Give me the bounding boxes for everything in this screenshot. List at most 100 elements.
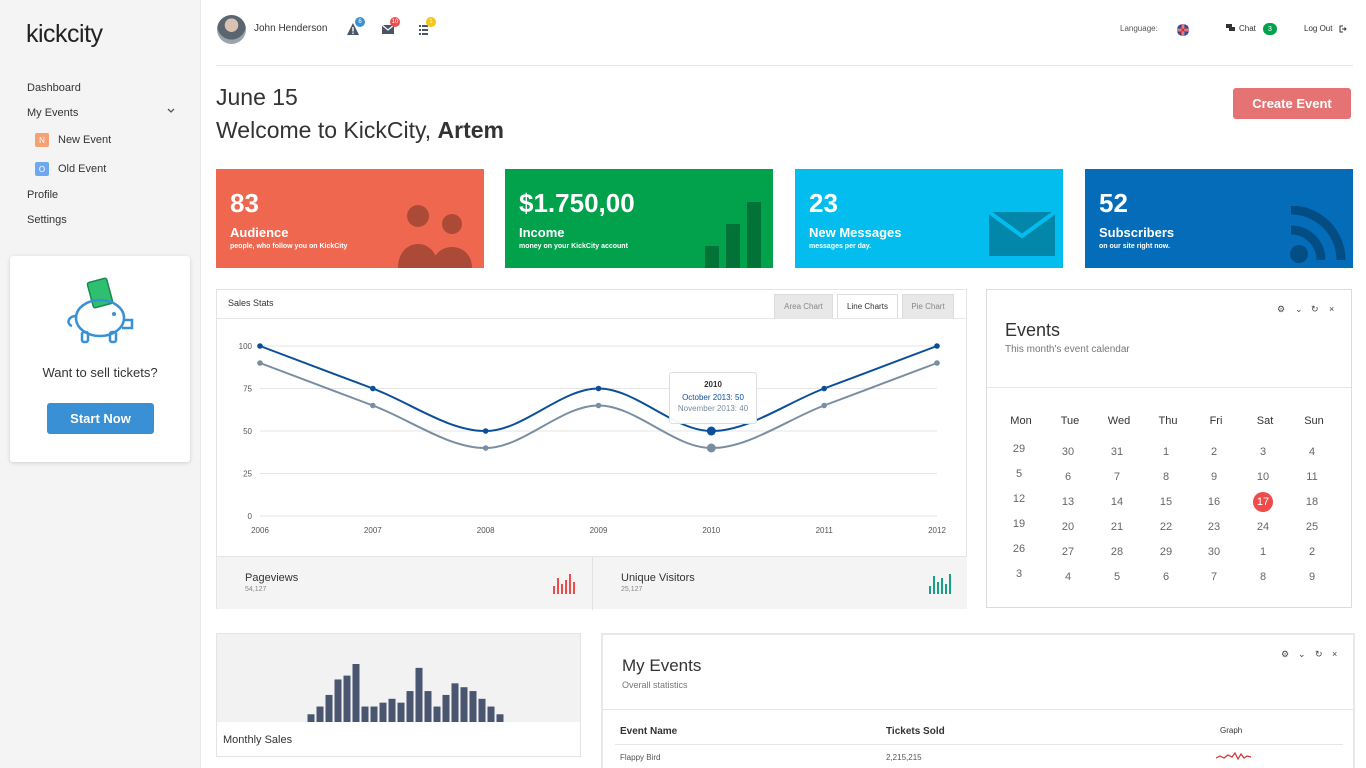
calendar-day[interactable]: 10: [1249, 471, 1277, 483]
calendar-day[interactable]: 14: [1103, 496, 1131, 508]
sidebar-item-profile[interactable]: Profile: [27, 189, 58, 201]
calendar-day[interactable]: 8: [1249, 571, 1277, 583]
calendar-day[interactable]: 7: [1200, 571, 1228, 583]
calendar-day[interactable]: 13: [1054, 496, 1082, 508]
sidebar: kickcity Dashboard My Events N New Event…: [0, 0, 201, 768]
x-tick-label: 2009: [590, 526, 608, 535]
user-name[interactable]: John Henderson: [254, 23, 327, 34]
calendar-day[interactable]: 28: [1103, 546, 1131, 558]
series-point: [934, 343, 940, 349]
bar: [496, 714, 504, 722]
stat-label: Audience: [230, 225, 289, 240]
close-icon[interactable]: ×: [1332, 649, 1337, 659]
chevron-down-icon[interactable]: ⌄: [1295, 304, 1303, 315]
logo[interactable]: kickcity: [26, 20, 103, 49]
users-icon: [398, 205, 472, 268]
calendar-day[interactable]: 21: [1103, 521, 1131, 533]
refresh-icon[interactable]: ↻: [1311, 304, 1319, 315]
sidebar-subitem-old-event[interactable]: O Old Event: [35, 162, 106, 176]
chat-icon[interactable]: [1226, 24, 1235, 32]
chevron-down-icon[interactable]: ⌄: [1298, 649, 1306, 660]
sidebar-item-my-events[interactable]: My Events: [27, 107, 78, 119]
calendar-day[interactable]: 15: [1152, 496, 1180, 508]
calendar-day[interactable]: 30: [1200, 546, 1228, 558]
create-event-button[interactable]: Create Event: [1233, 88, 1351, 119]
calendar-day[interactable]: 5: [1103, 571, 1131, 583]
calendar-day[interactable]: 26: [1005, 543, 1033, 555]
calendar-day[interactable]: 9: [1200, 471, 1228, 483]
stat-card-audience[interactable]: 83 Audience people, who follow you on Ki…: [216, 169, 484, 268]
calendar-day[interactable]: 22: [1152, 521, 1180, 533]
calendar-day[interactable]: 19: [1005, 518, 1033, 530]
sidebar-subitem-new-event[interactable]: N New Event: [35, 133, 111, 147]
calendar-day[interactable]: 29: [1152, 546, 1180, 558]
calendar-day[interactable]: 16: [1200, 496, 1228, 508]
calendar-day[interactable]: 31: [1103, 446, 1131, 458]
my-events-panel: ⚙ ⌄ ↻ × My Events Overall statistics Eve…: [601, 633, 1355, 768]
calendar-day[interactable]: 4: [1298, 446, 1326, 458]
tab-area-chart[interactable]: Area Chart: [774, 294, 833, 319]
sub-item-label: New Event: [58, 134, 112, 146]
events-calendar-panel: ⚙ ⌄ ↻ × Events This month's event calend…: [986, 289, 1352, 608]
series-point: [257, 343, 263, 349]
gear-icon[interactable]: ⚙: [1277, 304, 1285, 315]
calendar-day[interactable]: 5: [1005, 468, 1033, 480]
gear-icon[interactable]: ⚙: [1281, 649, 1289, 660]
unique-visitors-sparkbar-icon: [929, 574, 951, 594]
tab-pie-chart[interactable]: Pie Chart: [902, 294, 954, 319]
bar: [433, 706, 441, 722]
col-event-name[interactable]: Event Name: [620, 726, 677, 737]
row-event-name[interactable]: Flappy Bird: [620, 753, 660, 762]
calendar-day[interactable]: 8: [1152, 471, 1180, 483]
stat-label: Income: [519, 225, 565, 240]
bar: [361, 706, 369, 722]
calendar-day[interactable]: 12: [1005, 493, 1033, 505]
close-icon[interactable]: ×: [1329, 304, 1334, 314]
calendar-day[interactable]: 6: [1152, 571, 1180, 583]
stat-card-income[interactable]: $1.750,00 Income money on your KickCity …: [505, 169, 773, 268]
logout-icon[interactable]: [1339, 25, 1347, 33]
calendar-day[interactable]: 30: [1054, 446, 1082, 458]
start-now-button[interactable]: Start Now: [47, 403, 154, 434]
calendar-day[interactable]: 1: [1249, 546, 1277, 558]
calendar-day[interactable]: 25: [1298, 521, 1326, 533]
calendar-day[interactable]: 3: [1005, 568, 1033, 580]
calendar-day[interactable]: 24: [1249, 521, 1277, 533]
tab-line-charts[interactable]: Line Charts: [837, 294, 898, 319]
calendar-day[interactable]: 4: [1054, 571, 1082, 583]
calendar-day[interactable]: 27: [1054, 546, 1082, 558]
uk-flag-icon[interactable]: [1177, 24, 1189, 36]
sidebar-item-dashboard[interactable]: Dashboard: [27, 82, 81, 94]
calendar-day[interactable]: 7: [1103, 471, 1131, 483]
chevron-down-icon[interactable]: [167, 108, 175, 114]
events-subtitle: This month's event calendar: [1005, 344, 1130, 355]
sell-tickets-card: Want to sell tickets? Start Now: [10, 256, 190, 462]
envelope-icon: [989, 212, 1055, 256]
calendar-day[interactable]: 9: [1298, 571, 1326, 583]
sidebar-item-settings[interactable]: Settings: [27, 214, 67, 226]
calendar-day[interactable]: 3: [1249, 446, 1277, 458]
chat-link[interactable]: Chat: [1239, 24, 1256, 33]
col-graph[interactable]: Graph: [1220, 726, 1242, 735]
col-tickets-sold[interactable]: Tickets Sold: [886, 726, 945, 737]
bar: [442, 694, 450, 722]
stat-card-subscribers[interactable]: 52 Subscribers on our site right now.: [1085, 169, 1353, 268]
calendar-day[interactable]: 2: [1200, 446, 1228, 458]
calendar-day[interactable]: 11: [1298, 471, 1326, 483]
calendar-day[interactable]: 6: [1054, 471, 1082, 483]
stat-card-messages[interactable]: 23 New Messages messages per day.: [795, 169, 1063, 268]
logout-link[interactable]: Log Out: [1304, 24, 1332, 33]
calendar-day[interactable]: 29: [1005, 443, 1033, 455]
monthly-sales-bar-chart: [307, 664, 504, 722]
calendar-day[interactable]: 20: [1054, 521, 1082, 533]
calendar-day[interactable]: 17: [1249, 496, 1277, 508]
avatar[interactable]: [217, 15, 246, 44]
calendar-day[interactable]: 23: [1200, 521, 1228, 533]
calendar-day[interactable]: 2: [1298, 546, 1326, 558]
calendar-day[interactable]: 1: [1152, 446, 1180, 458]
calendar-day[interactable]: 18: [1298, 496, 1326, 508]
series-point: [706, 426, 716, 436]
series-point: [821, 402, 827, 409]
stat-value: $1.750,00: [519, 188, 635, 218]
refresh-icon[interactable]: ↻: [1315, 649, 1323, 660]
